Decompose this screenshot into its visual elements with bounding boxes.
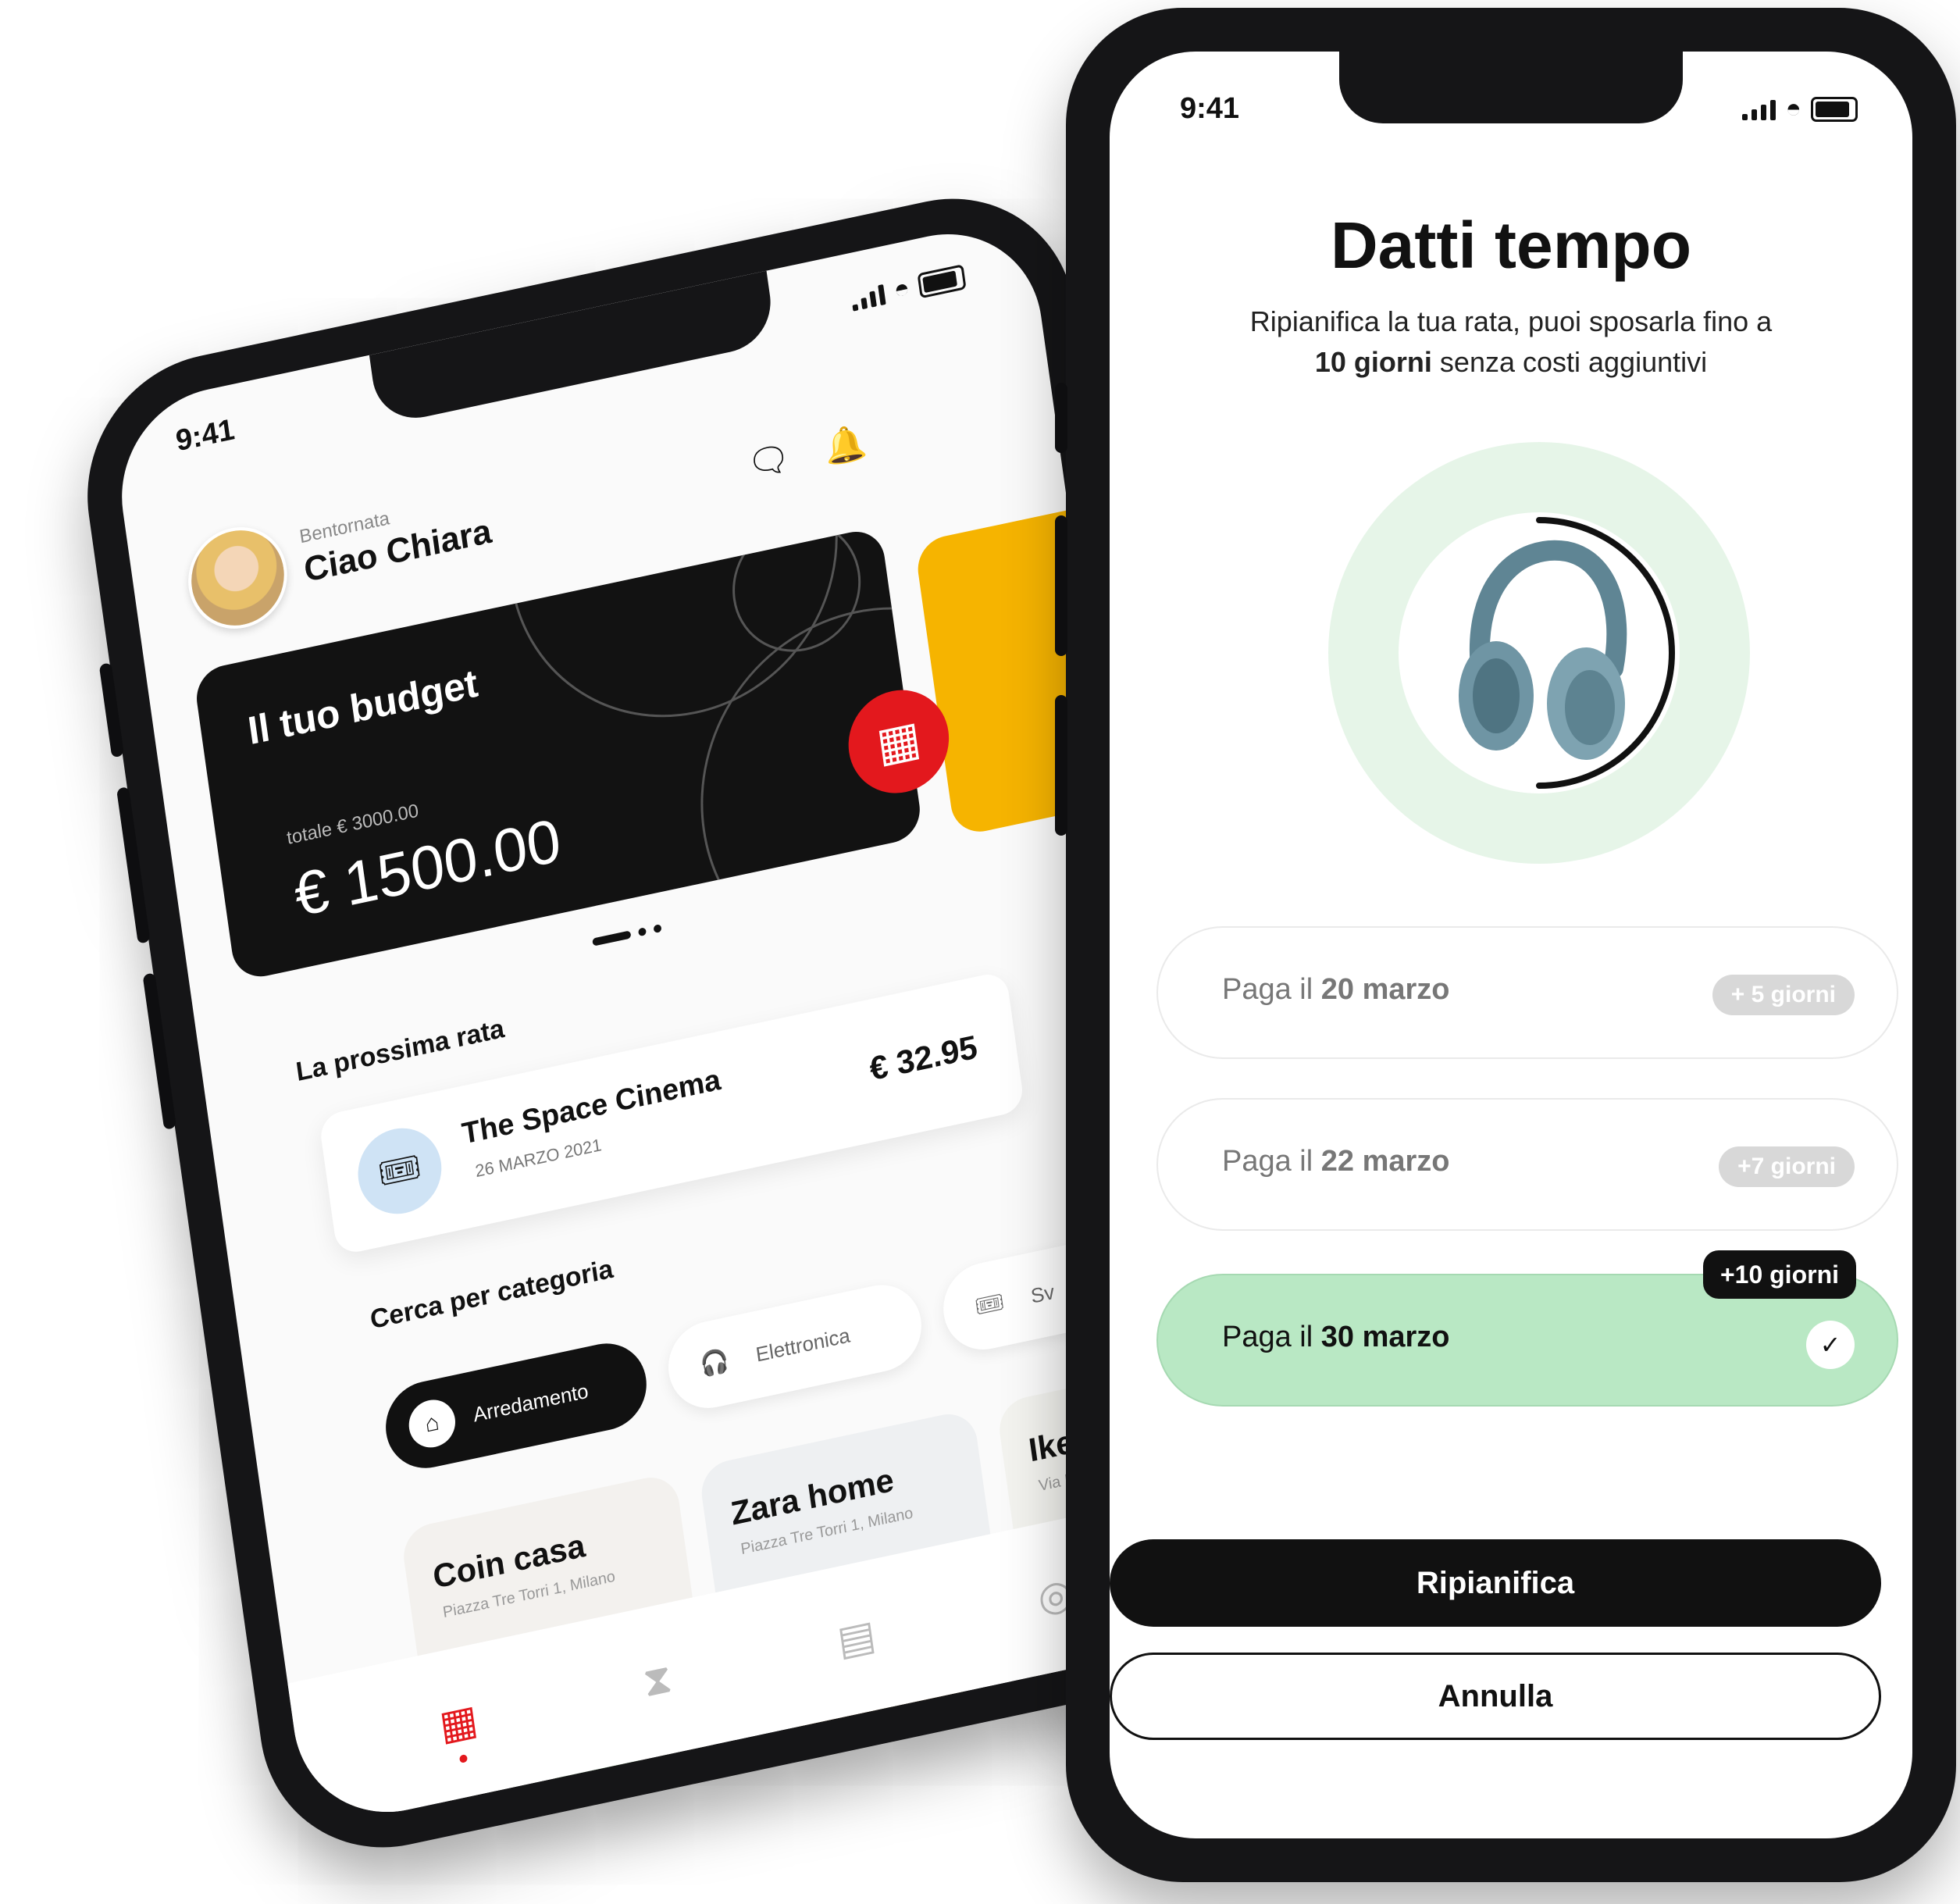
pager-active [592, 930, 632, 947]
check-icon: ✓ [1806, 1321, 1855, 1369]
bell-icon[interactable]: 🔔 [819, 418, 871, 474]
side-button [1055, 695, 1067, 836]
reschedule-screen: 9:41 ◓ Datti tempo Ripianifica la tua ra… [1110, 52, 1912, 1838]
home-grid-icon[interactable]: ▦ [419, 1681, 498, 1765]
next-installment-card[interactable]: 🎟 The Space Cinema 26 MARZO 2021 € 32.95 [318, 970, 1025, 1257]
option-20-marzo[interactable]: Paga il 20 marzo + 5 giorni [1156, 926, 1898, 1059]
budget-title: Il tuo budget [245, 661, 481, 754]
ticket-icon: 🎟 [352, 1120, 447, 1222]
status-time: 9:41 [1180, 92, 1240, 125]
option-30-marzo[interactable]: +10 giorni Paga il 30 marzo ✓ [1156, 1250, 1898, 1407]
option-prefix: Paga il [1222, 1321, 1313, 1353]
wifi-icon: ◓ [1785, 94, 1801, 123]
option-prefix: Paga il [1222, 973, 1313, 1006]
wifi-icon: ◓ [892, 273, 912, 306]
signal-icon [850, 282, 887, 312]
option-badge: + 5 giorni [1712, 975, 1855, 1015]
lamp-icon: ⌂ [405, 1395, 458, 1452]
chat-icon[interactable]: 🗨 [743, 433, 795, 490]
page-subtitle: Ripianifica la tua rata, puoi sposarla f… [1172, 301, 1850, 383]
battery-icon [917, 263, 967, 298]
map-icon[interactable]: ▤ [818, 1596, 896, 1681]
option-label: Paga il 20 marzo [1222, 973, 1450, 1007]
option-label: Paga il 30 marzo [1222, 1321, 1450, 1354]
notch [1339, 52, 1683, 123]
chip-label: Elettronica [754, 1322, 852, 1367]
phone-reschedule: 9:41 ◓ Datti tempo Ripianifica la tua ra… [1055, 8, 1956, 1882]
subtitle-text: Ripianifica la tua rata, puoi sposarla f… [1249, 305, 1773, 337]
card-pager[interactable] [592, 924, 662, 947]
avatar[interactable] [181, 518, 294, 638]
battery-icon [1811, 96, 1858, 122]
budget-card[interactable]: Il tuo budget totale € 3000.00 € 1500.00 [192, 526, 924, 982]
option-date: 22 marzo [1320, 1145, 1450, 1178]
subtitle-highlight: 10 giorni [1314, 346, 1432, 378]
status-icons: ◓ [850, 261, 967, 315]
option-prefix: Paga il [1222, 1145, 1313, 1178]
pager-dot [637, 927, 647, 937]
option-badge: +7 giorni [1719, 1146, 1855, 1187]
subtitle-text: senza costi aggiuntivi [1439, 346, 1708, 378]
option-22-marzo[interactable]: Paga il 22 marzo +7 giorni [1156, 1098, 1898, 1231]
page-title: Datti tempo [1331, 209, 1691, 282]
home-screen: 9:41 ◓ Bentornata Ciao Chiara 🗨 🔔 Il tuo… [109, 215, 1227, 1831]
signal-icon [1742, 98, 1776, 120]
installment-amount: € 32.95 [867, 1028, 980, 1088]
category-chip-elettronica[interactable]: 🎧 Elettronica [662, 1277, 928, 1417]
side-button [1055, 515, 1067, 656]
chip-label: Sv [1029, 1279, 1056, 1308]
status-time: 9:41 [173, 412, 237, 458]
reschedule-button[interactable]: Ripianifica [1110, 1539, 1881, 1627]
category-section-title: Cerca per categoria [368, 1253, 615, 1335]
side-button [1055, 383, 1067, 453]
option-badge: +10 giorni [1702, 1250, 1856, 1299]
option-label: Paga il 22 marzo [1222, 1145, 1450, 1178]
pager-dot [653, 924, 662, 934]
headphones-icon: 🎧 [698, 1347, 731, 1379]
next-installment-title: La prossima rata [294, 1013, 507, 1088]
headphones-image [1459, 540, 1627, 760]
category-chip-arredamento[interactable]: ⌂ Arredamento [380, 1335, 652, 1476]
cancel-button[interactable]: Annulla [1110, 1653, 1881, 1740]
hourglass-icon[interactable]: ⧗ [618, 1638, 697, 1723]
chip-label: Arredamento [472, 1378, 590, 1427]
option-date: 20 marzo [1320, 973, 1450, 1006]
status-icons: ◓ [1742, 94, 1858, 124]
ticket-icon: 🎟 [973, 1289, 1007, 1321]
option-date: 30 marzo [1320, 1321, 1450, 1353]
